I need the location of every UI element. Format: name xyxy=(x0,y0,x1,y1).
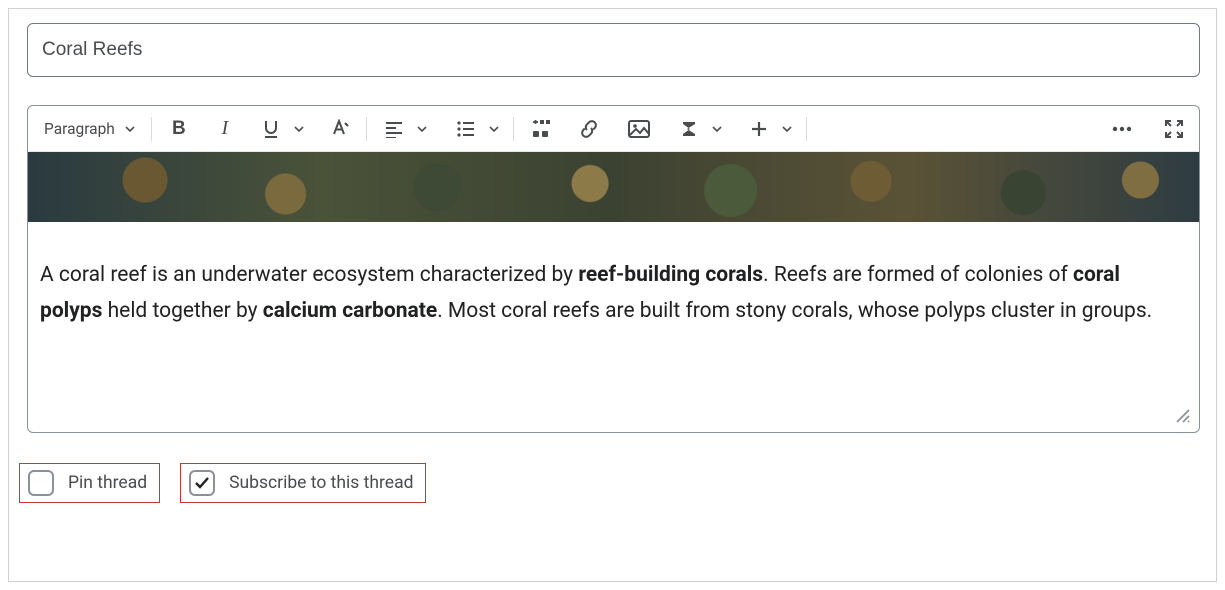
pin-thread-option: Pin thread xyxy=(19,463,160,503)
body-text-segment: held together by xyxy=(102,299,262,323)
equation-dropdown[interactable] xyxy=(708,112,726,146)
body-text-segment: A coral reef is an underwater ecosystem … xyxy=(40,263,578,287)
chevron-down-icon xyxy=(489,124,499,134)
italic-button[interactable]: I xyxy=(208,112,242,146)
thread-editor-panel: Paragraph B I xyxy=(8,8,1217,582)
subscribe-thread-label: Subscribe to this thread xyxy=(229,473,413,493)
inserted-image[interactable] xyxy=(28,152,1199,222)
italic-icon: I xyxy=(222,117,229,140)
paragraph-format-dropdown[interactable]: Paragraph xyxy=(42,112,141,146)
chevron-down-icon xyxy=(294,124,304,134)
editor-body-text[interactable]: A coral reef is an underwater ecosystem … xyxy=(28,222,1199,355)
toolbar-separator xyxy=(151,117,152,141)
font-color-icon xyxy=(328,119,350,139)
insert-more-button[interactable] xyxy=(742,112,776,146)
equation-button[interactable] xyxy=(672,112,706,146)
insert-image-button[interactable] xyxy=(622,112,656,146)
body-bold-segment: reef-building corals xyxy=(578,263,763,287)
thread-title-input[interactable] xyxy=(27,23,1200,77)
subscribe-thread-checkbox[interactable] xyxy=(189,470,215,496)
link-icon xyxy=(578,119,600,139)
pin-thread-label: Pin thread xyxy=(68,473,147,493)
fullscreen-button[interactable] xyxy=(1157,112,1191,146)
underline-dropdown[interactable] xyxy=(290,112,308,146)
body-text-segment: . Reefs are formed of colonies of xyxy=(763,263,1073,287)
image-icon xyxy=(628,120,650,138)
subscribe-thread-option: Subscribe to this thread xyxy=(180,463,426,503)
thread-options: Pin thread Subscribe to this thread xyxy=(19,463,1198,503)
chevron-down-icon xyxy=(417,124,427,134)
chevron-down-icon xyxy=(712,124,722,134)
toolbar-separator xyxy=(806,117,807,141)
align-left-icon xyxy=(384,120,404,138)
plus-icon xyxy=(750,120,768,138)
paragraph-format-label: Paragraph xyxy=(44,120,115,138)
checkmark-icon xyxy=(194,475,210,491)
toolbar-separator xyxy=(513,117,514,141)
editor-content-area[interactable]: A coral reef is an underwater ecosystem … xyxy=(28,152,1199,432)
bold-button[interactable]: B xyxy=(162,112,196,146)
insert-stuff-icon xyxy=(530,119,552,139)
fullscreen-icon xyxy=(1164,119,1184,139)
list-button[interactable] xyxy=(449,112,483,146)
bullet-list-icon xyxy=(456,120,476,138)
toolbar-separator xyxy=(366,117,367,141)
insert-stuff-button[interactable] xyxy=(524,112,558,146)
more-actions-button[interactable] xyxy=(1105,112,1139,146)
underline-button[interactable] xyxy=(254,112,288,146)
font-color-button[interactable] xyxy=(322,112,356,146)
align-button[interactable] xyxy=(377,112,411,146)
bold-icon: B xyxy=(172,118,186,140)
rich-text-editor: Paragraph B I xyxy=(27,105,1200,433)
sigma-icon xyxy=(679,119,699,139)
list-dropdown[interactable] xyxy=(485,112,503,146)
insert-link-button[interactable] xyxy=(572,112,606,146)
body-text-segment: . Most coral reefs are built from stony … xyxy=(437,299,1152,323)
align-dropdown[interactable] xyxy=(413,112,431,146)
body-bold-segment: calcium carbonate xyxy=(263,299,437,323)
ellipsis-icon xyxy=(1111,125,1133,133)
chevron-down-icon xyxy=(782,124,792,134)
underline-icon xyxy=(262,119,280,139)
pin-thread-checkbox[interactable] xyxy=(28,470,54,496)
editor-toolbar: Paragraph B I xyxy=(28,106,1199,152)
insert-more-dropdown[interactable] xyxy=(778,112,796,146)
chevron-down-icon xyxy=(125,124,135,134)
